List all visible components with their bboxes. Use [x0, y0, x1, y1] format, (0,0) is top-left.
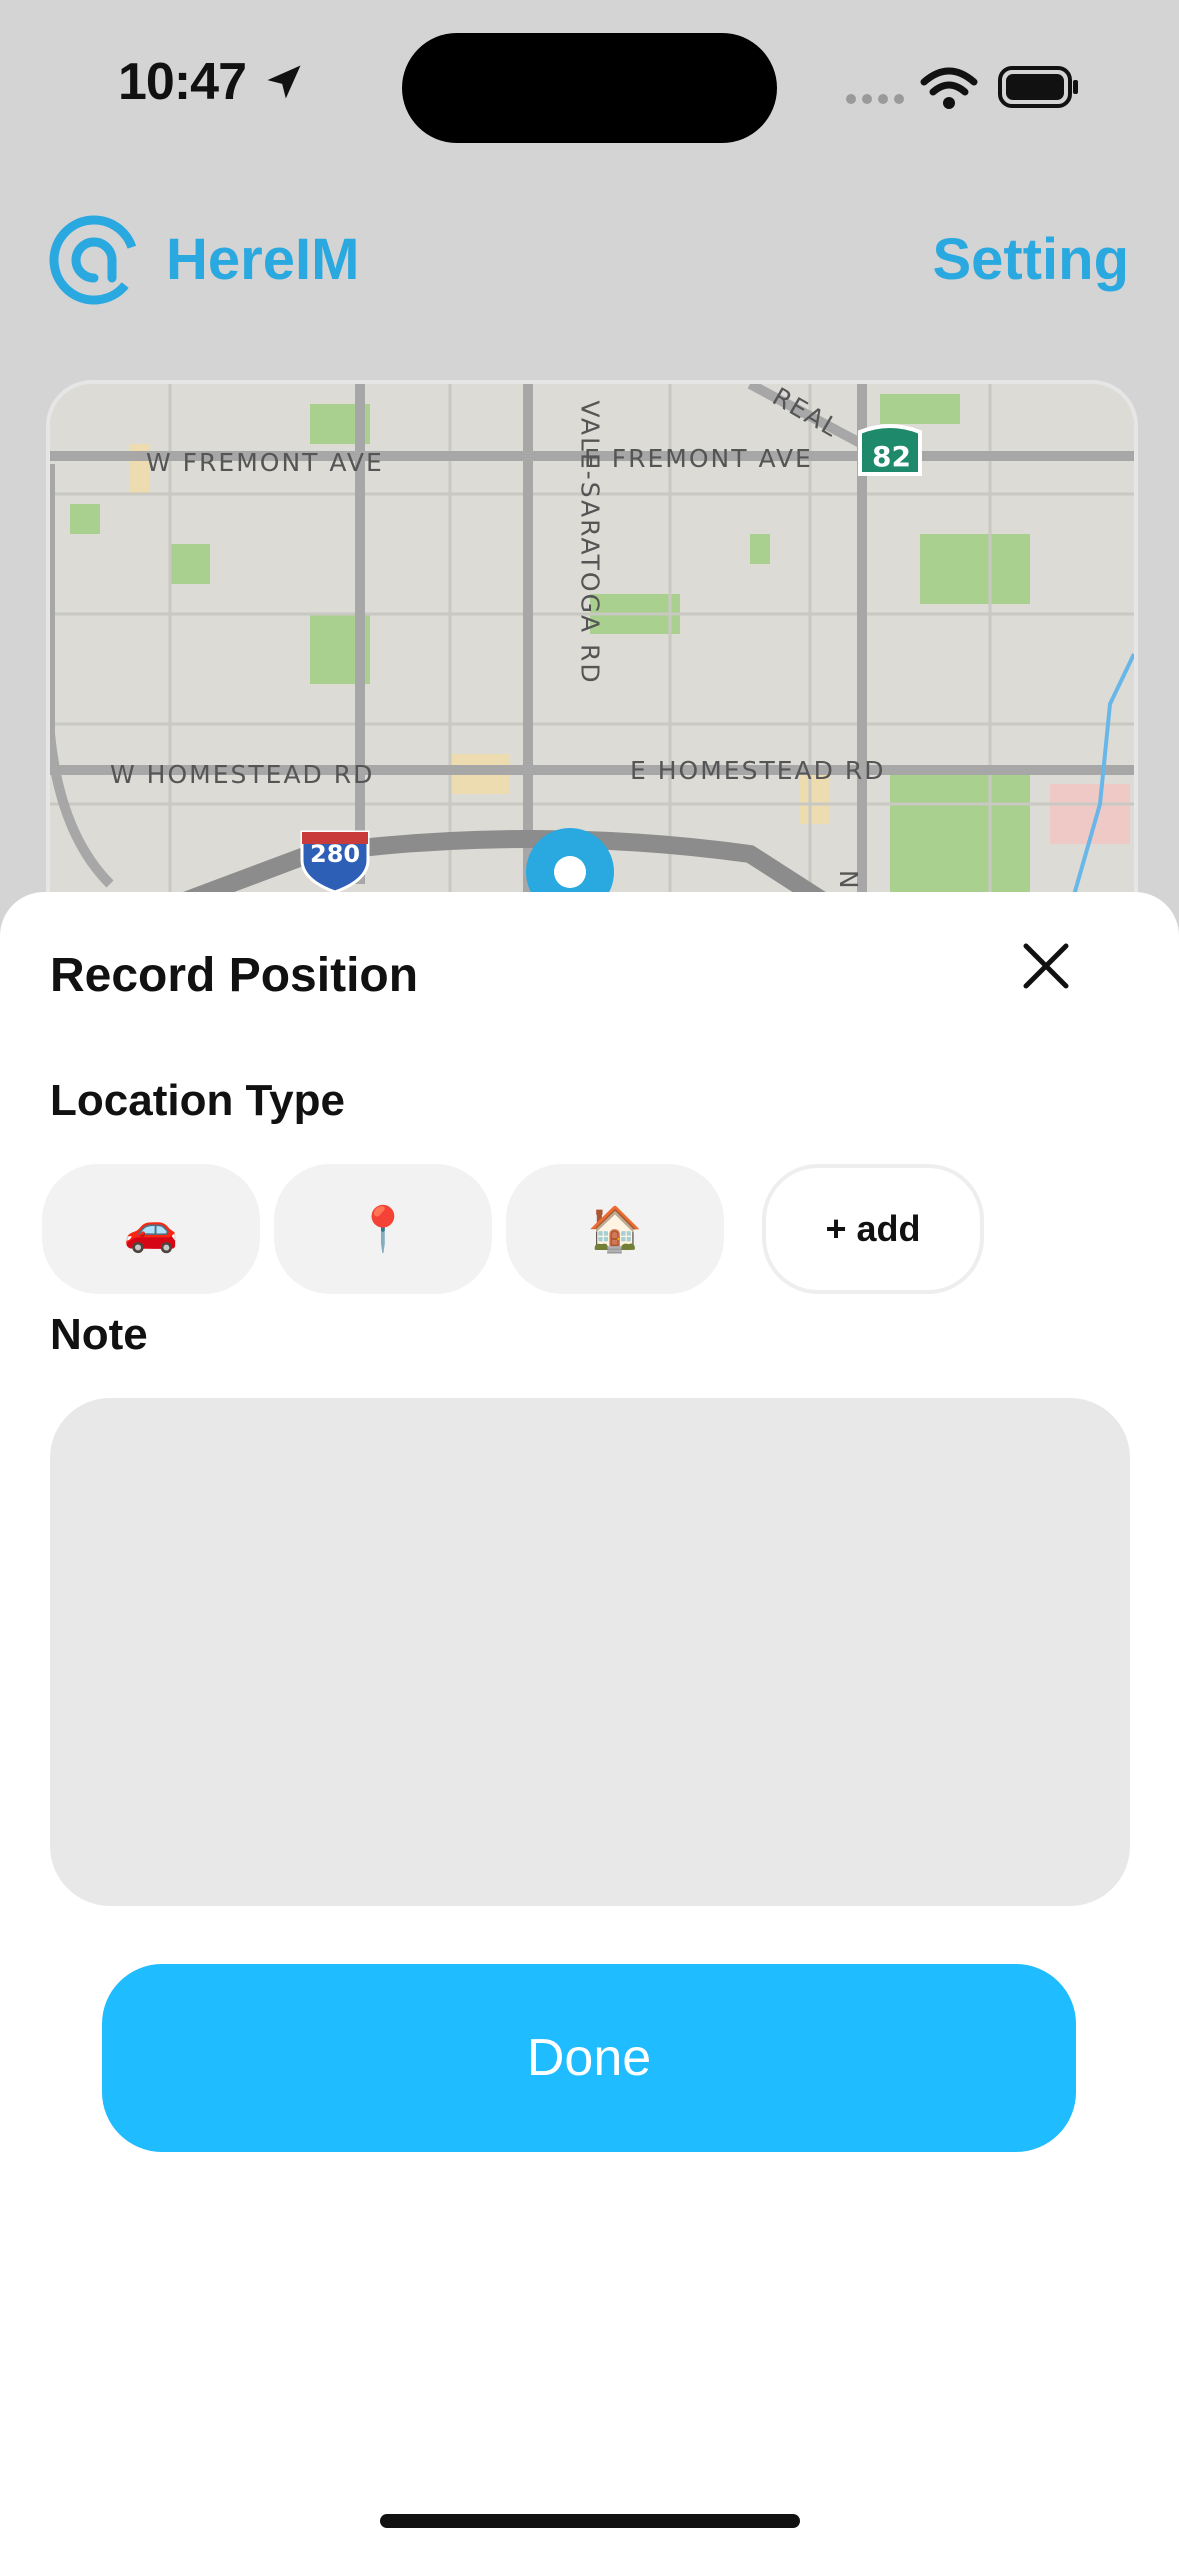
dynamic-island — [402, 33, 777, 143]
map-label-w-fremont: W FREMONT AVE — [146, 448, 384, 477]
note-input[interactable] — [50, 1398, 1130, 1906]
sheet-title: Record Position — [50, 949, 419, 1002]
add-location-type-button[interactable]: + add — [762, 1164, 984, 1294]
location-type-house-button[interactable]: 🏠 — [506, 1164, 724, 1294]
status-time: 10:47 — [118, 53, 247, 111]
location-type-car-button[interactable]: 🚗 — [42, 1164, 260, 1294]
map-label-saratoga: VALE-SARATOGA RD — [575, 400, 605, 685]
map-label-e-homestead: E HOMESTEAD RD — [630, 756, 886, 785]
app-name: HereIM — [166, 227, 360, 292]
status-bar: 10:47 — [0, 0, 1179, 170]
pin-icon: 📍 — [355, 1205, 411, 1254]
setting-button[interactable]: Setting — [932, 226, 1129, 293]
record-position-sheet: Record Position Location Type 🚗 📍 🏠 + ad… — [0, 892, 1179, 2556]
location-type-label: Location Type — [50, 1076, 345, 1125]
app-logo-icon — [49, 215, 139, 305]
note-label: Note — [50, 1310, 148, 1359]
map-label-e-fremont: E FREMONT AVE — [584, 444, 813, 473]
house-icon: 🏠 — [587, 1205, 643, 1254]
done-button[interactable]: Done — [102, 1964, 1076, 2152]
map-view[interactable]: W FREMONT AVE E FREMONT AVE W HOMESTEAD … — [46, 380, 1138, 948]
signal-dots-icon — [846, 94, 904, 104]
map-shield-82-label: 82 — [872, 440, 911, 473]
location-arrow-icon — [267, 65, 301, 99]
car-icon: 🚗 — [123, 1205, 179, 1254]
battery-icon — [998, 66, 1078, 108]
home-indicator[interactable] — [380, 2514, 800, 2528]
close-icon[interactable] — [1020, 940, 1072, 992]
map-shield-280-label: 280 — [310, 840, 361, 868]
location-type-pin-button[interactable]: 📍 — [274, 1164, 492, 1294]
map-label-w-homestead: W HOMESTEAD RD — [110, 760, 375, 789]
wifi-icon — [920, 67, 978, 109]
